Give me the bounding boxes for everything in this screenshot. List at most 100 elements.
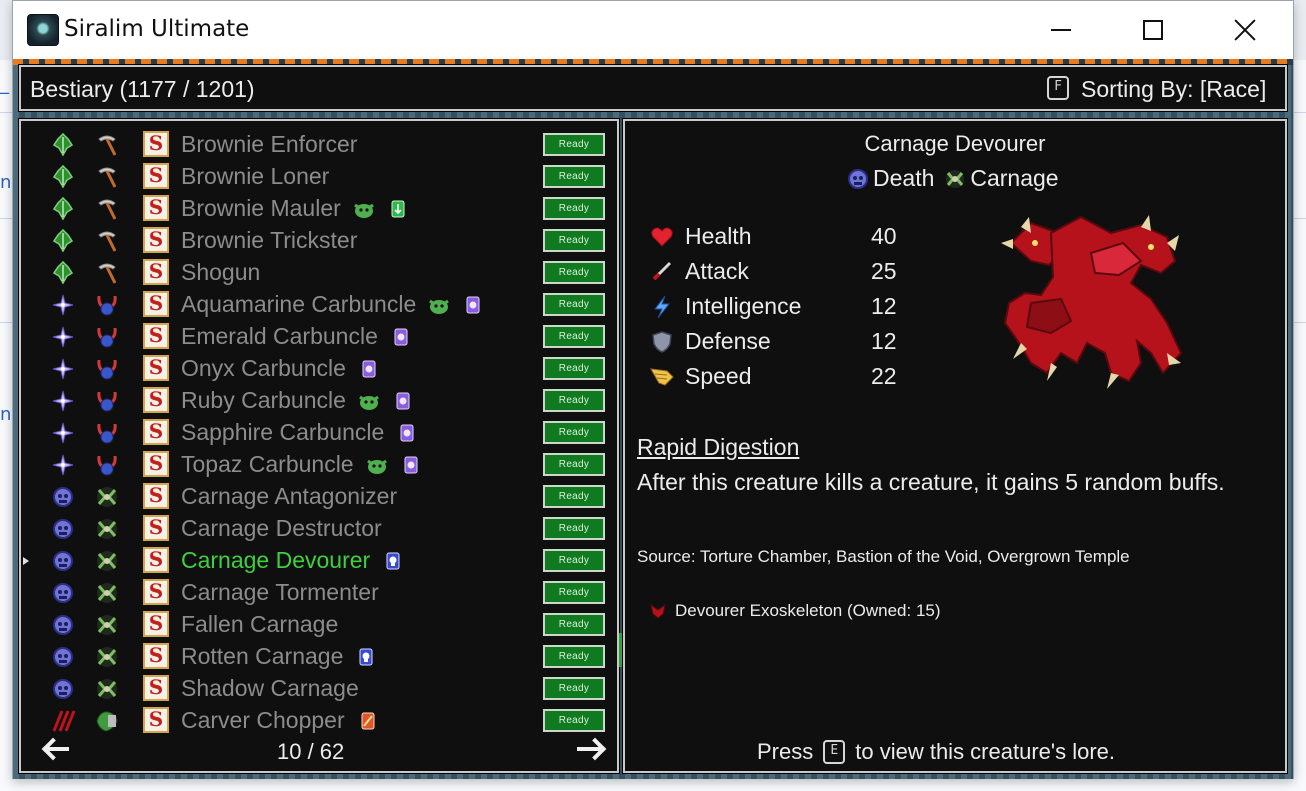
wing-icon bbox=[649, 364, 675, 390]
leaf-race-icon bbox=[49, 259, 77, 287]
carnage-class-icon bbox=[93, 611, 121, 639]
sparkle-race-icon bbox=[49, 355, 77, 383]
creature-row[interactable]: S Shogun Ready bbox=[21, 257, 617, 289]
creature-row[interactable]: S Aquamarine Carbuncle Ready bbox=[21, 289, 617, 321]
item-label: Devourer Exoskeleton (Owned: 15) bbox=[675, 601, 941, 620]
creature-name[interactable]: Brownie Trickster bbox=[181, 227, 357, 254]
creature-name[interactable]: Fallen Carnage bbox=[181, 611, 338, 638]
creature-source: Source: Torture Chamber, Bastion of the … bbox=[637, 547, 1130, 566]
creature-name[interactable]: Carnage Antagonizer bbox=[181, 483, 397, 510]
purple-card-icon bbox=[358, 357, 380, 381]
leaf-race-icon bbox=[49, 195, 77, 223]
creature-row[interactable]: S Brownie Enforcer Ready bbox=[21, 129, 617, 161]
ready-badge: Ready bbox=[543, 613, 605, 636]
creature-row[interactable]: S Carnage Tormenter Ready bbox=[21, 577, 617, 609]
death-race-icon bbox=[49, 483, 77, 511]
creature-row[interactable]: S Brownie Mauler Ready bbox=[21, 193, 617, 225]
creature-name: Carnage Devourer bbox=[864, 131, 1046, 156]
death-race-icon bbox=[49, 611, 77, 639]
creature-name[interactable]: Brownie Loner bbox=[181, 163, 329, 190]
close-button[interactable] bbox=[1199, 1, 1291, 59]
creature-row[interactable]: S Fallen Carnage Ready bbox=[21, 609, 617, 641]
creature-name[interactable]: Brownie Mauler bbox=[181, 195, 341, 222]
purple-card-icon bbox=[396, 421, 418, 445]
page-indicator: 10 / 62 bbox=[277, 739, 345, 764]
type-death: Death bbox=[847, 165, 934, 192]
creature-name[interactable]: Ruby Carbuncle bbox=[181, 387, 346, 414]
minimize-button[interactable] bbox=[1015, 1, 1107, 59]
creature-name[interactable]: Rotten Carnage bbox=[181, 643, 343, 670]
stat-value: 12 bbox=[871, 293, 897, 319]
horns-class-icon bbox=[93, 387, 121, 415]
sort-label[interactable]: Sorting By: [Race] bbox=[1081, 76, 1266, 103]
bestiary-title: Bestiary (1177 / 1201) bbox=[30, 76, 255, 102]
trait-name: Rapid Digestion bbox=[637, 434, 800, 460]
stat-label: Attack bbox=[685, 258, 749, 284]
sparkle-race-icon bbox=[49, 323, 77, 351]
creature-row[interactable]: S Rotten Carnage Ready bbox=[21, 641, 617, 673]
prev-page-button[interactable] bbox=[41, 737, 75, 761]
background-link[interactable]: n bbox=[0, 172, 11, 193]
carnage-class-icon bbox=[93, 675, 121, 703]
creature-name[interactable]: Shadow Carnage bbox=[181, 675, 359, 702]
ready-badge: Ready bbox=[543, 485, 605, 508]
spell-gem-icon: S bbox=[143, 579, 169, 605]
creature-row[interactable]: S Onyx Carbuncle Ready bbox=[21, 353, 617, 385]
spell-gem-icon: S bbox=[143, 259, 169, 285]
ready-badge: Ready bbox=[543, 581, 605, 604]
carnage-class-icon bbox=[93, 515, 121, 543]
sparkle-race-icon bbox=[49, 451, 77, 479]
goblin-icon bbox=[366, 453, 388, 477]
creature-row[interactable]: S Ruby Carbuncle Ready bbox=[21, 385, 617, 417]
creature-row[interactable]: S Brownie Trickster Ready bbox=[21, 225, 617, 257]
creature-name[interactable]: Shogun bbox=[181, 259, 260, 286]
stat-label: Intelligence bbox=[685, 293, 802, 319]
ready-badge: Ready bbox=[543, 453, 605, 476]
creature-row[interactable]: S Carver Chopper Ready bbox=[21, 705, 617, 737]
creature-row[interactable]: S Emerald Carbuncle Ready bbox=[21, 321, 617, 353]
pick-class-icon bbox=[93, 195, 121, 223]
creature-row[interactable]: S Shadow Carnage Ready bbox=[21, 673, 617, 705]
title-bar[interactable]: Siralim Ultimate bbox=[13, 1, 1293, 59]
carnage-class-icon bbox=[93, 579, 121, 607]
arrow-left-icon bbox=[41, 737, 71, 761]
spell-gem-icon: S bbox=[143, 611, 169, 637]
bestiary-header: Bestiary (1177 / 1201) F Sorting By: [Ra… bbox=[19, 65, 1287, 111]
sparkle-race-icon bbox=[49, 387, 77, 415]
spell-gem-icon: S bbox=[143, 387, 169, 413]
purple-card-icon bbox=[462, 293, 484, 317]
ready-badge: Ready bbox=[543, 133, 605, 156]
creature-name[interactable]: Topaz Carbuncle bbox=[181, 451, 354, 478]
creature-name[interactable]: Sapphire Carbuncle bbox=[181, 419, 384, 446]
creature-name[interactable]: Aquamarine Carbuncle bbox=[181, 291, 416, 318]
maximize-button[interactable] bbox=[1107, 1, 1199, 59]
close-icon bbox=[1234, 19, 1256, 41]
creature-row[interactable]: S Carnage Antagonizer Ready bbox=[21, 481, 617, 513]
green-head-class-icon bbox=[93, 707, 121, 735]
creature-name[interactable]: Brownie Enforcer bbox=[181, 131, 357, 158]
lore-suffix: to view this creature's lore. bbox=[855, 739, 1115, 764]
creature-name[interactable]: Carnage Devourer bbox=[181, 547, 370, 574]
goblin-icon bbox=[353, 197, 375, 221]
ready-badge: Ready bbox=[543, 421, 605, 444]
creature-row[interactable]: S Brownie Loner Ready bbox=[21, 161, 617, 193]
ready-badge: Ready bbox=[543, 645, 605, 668]
stat-value: 25 bbox=[871, 258, 897, 284]
background-link[interactable]: _ bbox=[0, 74, 9, 95]
creature-row[interactable]: S Topaz Carbuncle Ready bbox=[21, 449, 617, 481]
orange-card-icon bbox=[357, 709, 379, 733]
ready-badge: Ready bbox=[543, 293, 605, 316]
creature-name[interactable]: Carnage Destructor bbox=[181, 515, 382, 542]
creature-name[interactable]: Emerald Carbuncle bbox=[181, 323, 378, 350]
carnage-class-icon bbox=[93, 547, 121, 575]
selection-cursor-icon bbox=[23, 557, 29, 565]
creature-name[interactable]: Carnage Tormenter bbox=[181, 579, 379, 606]
green-card-icon bbox=[387, 197, 409, 221]
creature-row[interactable]: S Sapphire Carbuncle Ready bbox=[21, 417, 617, 449]
background-link[interactable]: n bbox=[0, 404, 11, 425]
creature-row[interactable]: S Carnage Destructor Ready bbox=[21, 513, 617, 545]
creature-name[interactable]: Onyx Carbuncle bbox=[181, 355, 346, 382]
next-page-button[interactable] bbox=[575, 737, 609, 761]
creature-name[interactable]: Carver Chopper bbox=[181, 707, 345, 734]
creature-row[interactable]: S Carnage Devourer Ready bbox=[21, 545, 617, 577]
